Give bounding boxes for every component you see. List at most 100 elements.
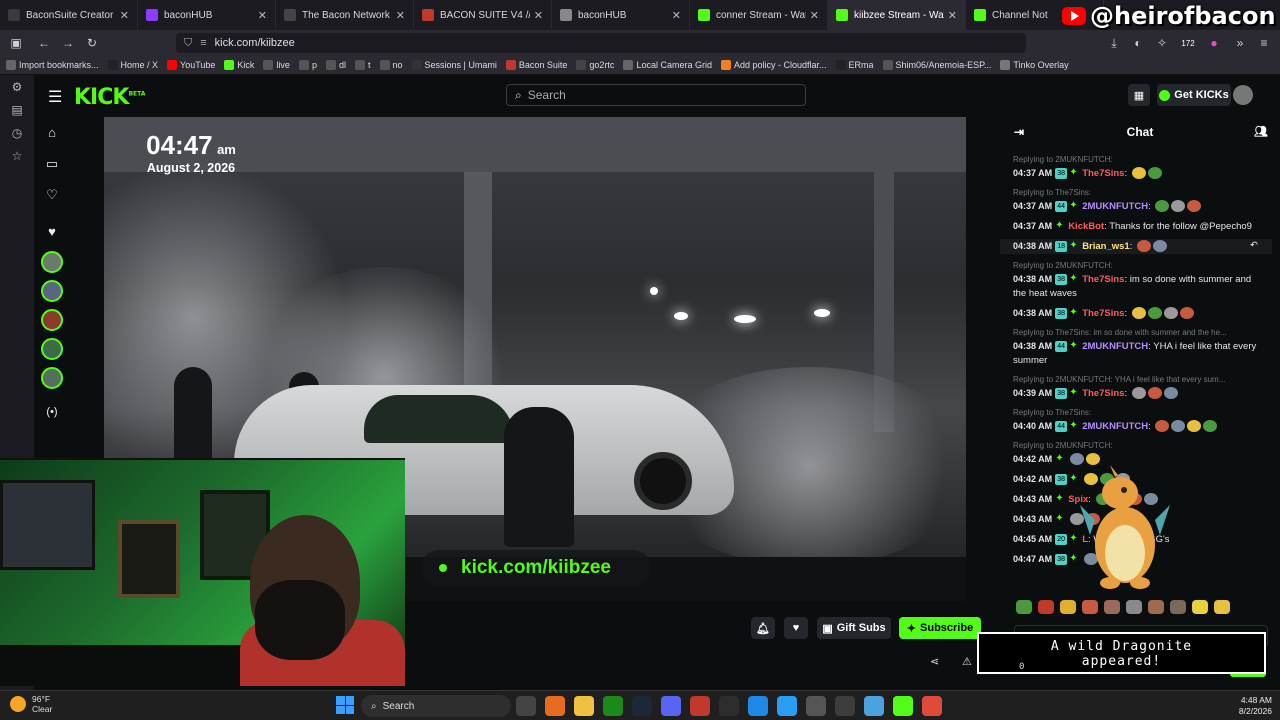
url-bar[interactable]: ⛉ ≡ kick.com/kiibzee (176, 33, 1026, 53)
emote[interactable] (1126, 600, 1142, 614)
profile-icon[interactable]: ● (1202, 33, 1226, 53)
follow-heart-button[interactable]: ♥ (784, 617, 808, 639)
chat-reply-context[interactable]: Replying to 2MUKNFUTCH: YHA i feel like … (1000, 373, 1272, 386)
chat-message[interactable]: 04:38 AM 38 ✦ The7Sins: (1000, 306, 1272, 321)
report-warning-icon[interactable]: ⚠ (962, 655, 972, 668)
sidebar-toggle-icon[interactable]: ▣ (4, 33, 28, 53)
kick-app-icon[interactable] (893, 696, 913, 716)
chat-reply-context[interactable]: Replying to 2MUKNFUTCH: (1000, 153, 1272, 166)
chat-username[interactable]: KickBot (1068, 221, 1104, 232)
chat-username[interactable]: 2MUKNFUTCH (1082, 341, 1148, 352)
xbox-icon[interactable] (603, 696, 623, 716)
photos-icon[interactable] (864, 696, 884, 716)
close-tab-icon[interactable]: ✕ (948, 9, 957, 22)
browser-tab[interactable]: BaconSuite Creator Dashboard ✕ (0, 0, 138, 30)
close-tab-icon[interactable]: ✕ (120, 9, 129, 22)
chat-reply-context[interactable]: Replying to 2MUKNFUTCH: (1000, 259, 1272, 272)
followed-heart-icon[interactable]: ♥ (34, 216, 70, 247)
close-tab-icon[interactable]: ✕ (534, 9, 543, 22)
chat-username[interactable]: 2MUKNFUTCH (1082, 201, 1148, 212)
bookmark-item[interactable]: no (379, 60, 403, 70)
bookmark-item[interactable]: Shim06/Anemoia-ESP... (882, 60, 991, 70)
bookmark-item[interactable]: go2rtc (576, 60, 614, 70)
more-tools-icon[interactable]: » (1228, 33, 1252, 53)
chat-username[interactable]: Brian_ws1 (1082, 241, 1130, 252)
emote[interactable] (1060, 600, 1076, 614)
bookmark-item[interactable]: live (263, 60, 290, 70)
chat-message[interactable]: 04:38 AM 44 ✦ 2MUKNFUTCH: YHA i feel like t… (1000, 339, 1272, 368)
taskbar-clock[interactable]: 4:48 AM 8/2/2026 (1239, 695, 1272, 717)
taskbar-search[interactable]: ⌕ Search (361, 695, 511, 717)
emote[interactable] (1082, 600, 1098, 614)
emote[interactable] (1214, 600, 1230, 614)
emote-pepe[interactable] (1016, 600, 1032, 614)
emote[interactable] (1192, 600, 1208, 614)
firefox-icon[interactable] (545, 696, 565, 716)
followed-channel-avatar[interactable] (41, 251, 63, 273)
discord-icon[interactable] (661, 696, 681, 716)
browser-tab[interactable]: conner Stream - Watch Live ✕ (690, 0, 828, 30)
subscribe-button[interactable]: ✦ Subscribe (899, 617, 981, 639)
user-avatar[interactable] (1233, 85, 1253, 105)
chat-message[interactable]: 04:37 AM 44 ✦ 2MUKNFUTCH: (1000, 199, 1272, 214)
following-heart-icon[interactable]: ♡ (34, 179, 70, 210)
close-tab-icon[interactable]: ✕ (810, 9, 819, 22)
share-icon[interactable]: ⋖ (930, 655, 939, 668)
followed-channel-avatar[interactable] (41, 280, 63, 302)
extension-badge[interactable]: 172 (1176, 33, 1200, 53)
vscode-icon[interactable] (748, 696, 768, 716)
edge-icon[interactable] (777, 696, 797, 716)
chat-message[interactable]: 04:37 AM ✦ KickBot: Thanks for the follow … (1000, 219, 1272, 234)
close-tab-icon[interactable]: ✕ (672, 9, 681, 22)
bookmark-item[interactable]: Import bookmarks... (6, 60, 99, 70)
download-icon[interactable]: ⤓ (1102, 33, 1126, 53)
expand-rail-icon[interactable]: (•) (34, 396, 70, 427)
bookmark-item[interactable]: p (298, 60, 317, 70)
reply-icon[interactable]: ↶ (1250, 239, 1258, 253)
file-explorer-icon[interactable] (574, 696, 594, 716)
bookmark-item[interactable]: Sessions | Umami (411, 60, 497, 70)
chat-username[interactable]: The7Sins (1082, 388, 1124, 399)
back-button[interactable]: ← (32, 33, 56, 53)
weather-widget[interactable]: 96°F Clear (10, 694, 52, 714)
chat-reply-context[interactable]: Replying to 2MUKNFUTCH: (1000, 439, 1272, 452)
history-icon[interactable]: ◷ (0, 121, 34, 144)
chat-reply-context[interactable]: Replying to The7Sins: (1000, 406, 1272, 419)
bookmark-item[interactable]: ERma (835, 60, 874, 70)
kick-search-input[interactable]: ⌕ Search (506, 84, 806, 106)
emote[interactable] (1104, 600, 1120, 614)
chat-message[interactable]: 04:38 AM 18 ✦ Brian_ws1: ↶ (1000, 239, 1272, 254)
bookmark-item[interactable]: Home / X (107, 60, 158, 70)
extension-icon[interactable]: ◐ (1126, 33, 1150, 53)
close-tab-icon[interactable]: ✕ (396, 9, 405, 22)
emote[interactable] (1170, 600, 1186, 614)
chrome-icon[interactable] (922, 696, 942, 716)
hamburger-menu-icon[interactable]: ☰ (48, 87, 62, 107)
bookmark-item[interactable]: Kick (224, 60, 254, 70)
bookmark-item[interactable]: Local Camera Grid (623, 60, 712, 70)
bookmark-item[interactable]: YouTube (167, 60, 215, 70)
browser-tab[interactable]: baconHUB ✕ (138, 0, 276, 30)
chat-username[interactable]: 2MUKNFUTCH (1082, 421, 1148, 432)
chat-username[interactable]: The7Sins (1082, 308, 1124, 319)
home-icon[interactable]: ⌂ (34, 117, 70, 148)
emote[interactable] (1148, 600, 1164, 614)
chat-reply-context[interactable]: Replying to The7Sins: im so done with su… (1000, 326, 1272, 339)
kick-logo[interactable]: KICKBETA (74, 85, 145, 110)
browser-tab[interactable]: The Bacon Network ✕ (276, 0, 414, 30)
task-view-icon[interactable] (516, 696, 536, 716)
steam-icon[interactable] (632, 696, 652, 716)
browse-icon[interactable]: ▭ (34, 148, 70, 179)
chat-username[interactable]: The7Sins (1082, 168, 1124, 179)
reload-button[interactable]: ↻ (80, 33, 104, 53)
browser-tab[interactable]: kiibzee Stream - Watch Live ✕ (828, 0, 966, 30)
notification-bell-button[interactable]: 🔔︎ (751, 617, 775, 639)
windows-start-icon[interactable] (336, 696, 354, 714)
browser-tab[interactable]: BACON SUITE V4 // COMMA ✕ (414, 0, 552, 30)
chat-username[interactable]: The7Sins (1082, 274, 1124, 285)
dashboard-icon[interactable]: ▦ (1128, 84, 1150, 106)
terminal-icon[interactable] (719, 696, 739, 716)
chat-message[interactable]: 04:40 AM 44 ✦ 2MUKNFUTCH: (1000, 419, 1272, 434)
forward-button[interactable]: → (56, 33, 80, 53)
bookmark-item[interactable]: dl (325, 60, 346, 70)
